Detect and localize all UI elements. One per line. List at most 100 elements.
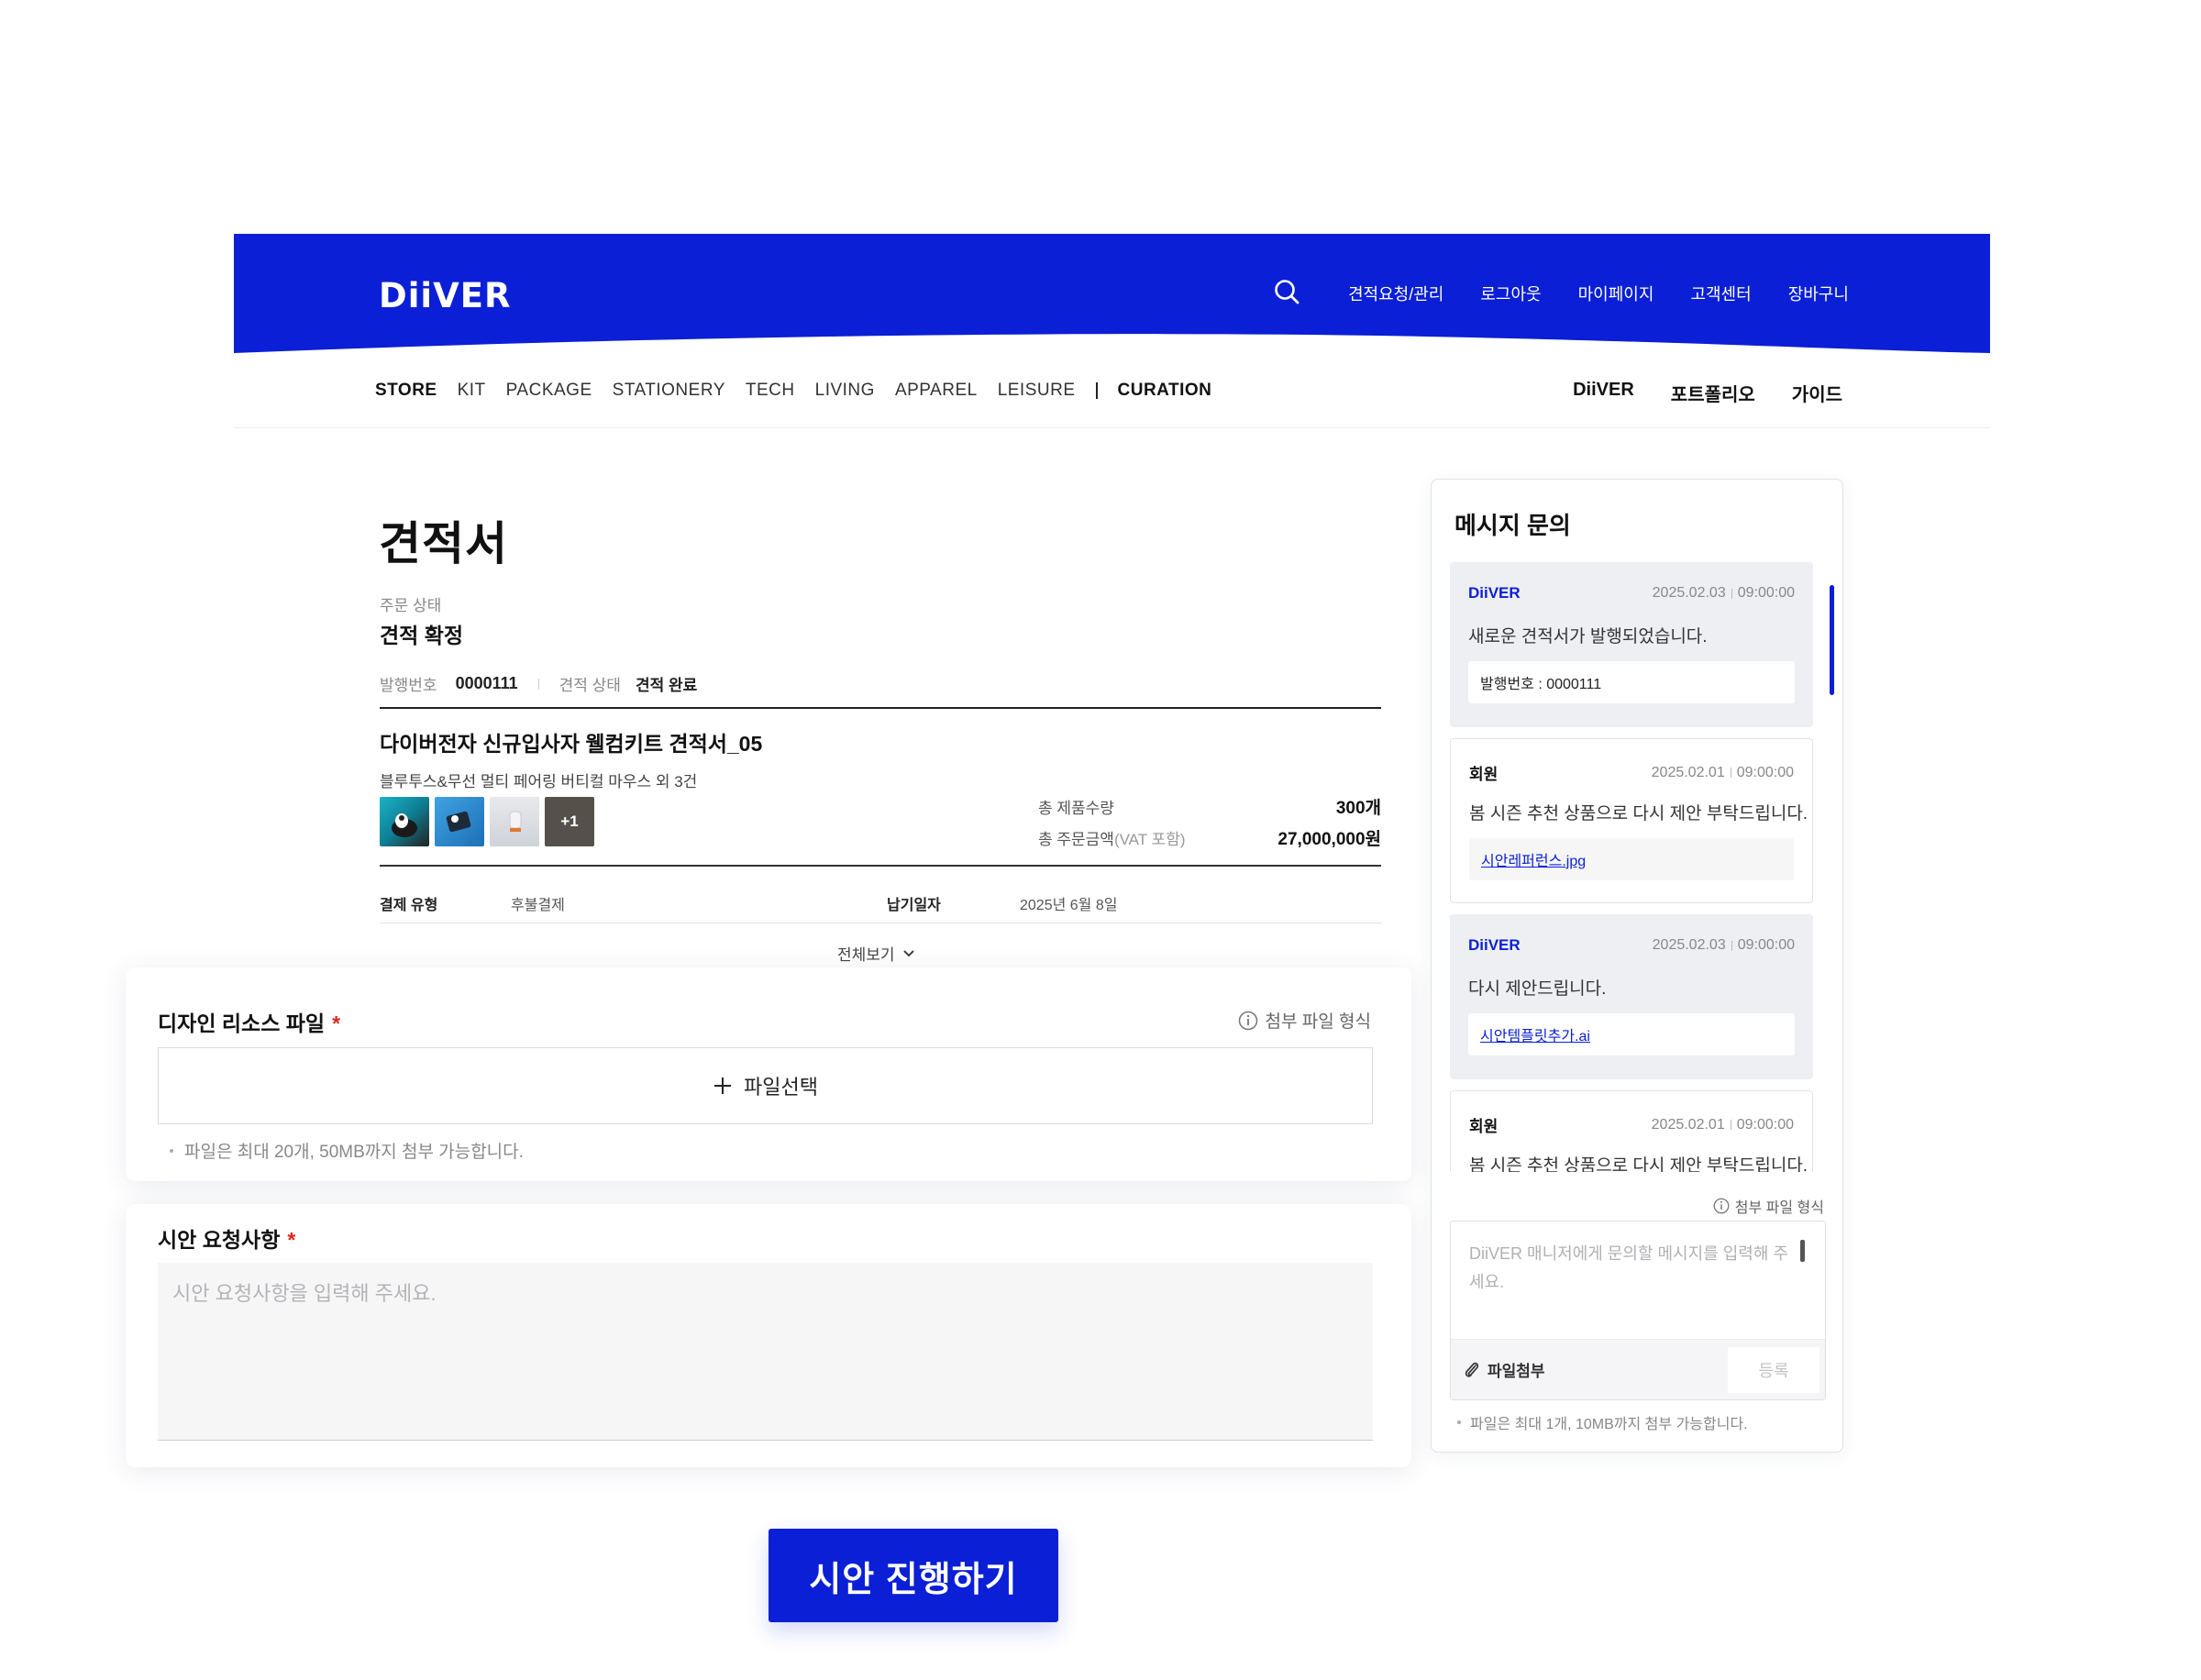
bullet-dot (170, 1148, 173, 1153)
message-panel: 메시지 문의 DiiVER 2025.02.03 09:00:00 새로운 견적서… (1431, 479, 1843, 1453)
message-compose-footer: 파일첨부 등록 (1451, 1339, 1825, 1399)
file-select-button[interactable]: 파일선택 (158, 1047, 1373, 1124)
search-icon[interactable] (1273, 278, 1300, 305)
message-author: 회원 (1469, 1118, 1499, 1135)
plus-icon (714, 1078, 732, 1094)
bullet-dot (1457, 1420, 1461, 1424)
order-status-value: 견적 확정 (380, 624, 464, 647)
site-logo[interactable]: DiiVER (379, 276, 511, 315)
quote-status-label: 견적 상태 (559, 677, 621, 694)
header-divider (234, 427, 1990, 428)
cat-curation[interactable]: CURATION (1118, 381, 1212, 401)
design-resource-card: 디자인 리소스 파일 * 첨부 파일 형식 파일선택 파일은 최대 20개, 50… (126, 967, 1411, 1181)
issue-no-label: 발행번호 (380, 677, 437, 694)
quote-items-summary: 블루투스&무선 멀티 페어링 버티컬 마우스 외 3건 (380, 773, 698, 790)
product-thumb[interactable] (435, 797, 484, 846)
panel-file-format-label: 첨부 파일 형식 (1734, 1200, 1824, 1216)
quote-status-value: 견적 완료 (635, 677, 698, 694)
message-panel-title: 메시지 문의 (1454, 512, 1571, 539)
utility-nav: 견적요청/관리 로그아웃 마이페이지 고객센터 장바구니 (1348, 282, 1849, 305)
page-title: 견적서 (379, 518, 508, 569)
cat-apparel[interactable]: APPAREL (895, 381, 978, 401)
message-item: DiiVER 2025.02.03 09:00:00 새로운 견적서가 발행되었습… (1450, 562, 1813, 727)
file-format-link[interactable]: 첨부 파일 형식 (1238, 1008, 1371, 1033)
view-all-button[interactable]: 전체보기 (837, 942, 915, 965)
draft-request-card: 시안 요청사항 * (126, 1204, 1411, 1467)
message-attachment-link[interactable]: 시안템플릿추가.ai (1468, 1013, 1795, 1056)
design-files-hint: 파일은 최대 20개, 50MB까지 첨부 가능합니다. (170, 1138, 524, 1163)
message-text: 새로운 견적서가 발행되었습니다. (1468, 627, 1708, 647)
message-text: 봄 시즌 추천 상품으로 다시 제안 부탁드립니다. (1469, 1156, 1808, 1172)
payment-info-row: 결제 유형 후불결제 납기일자 2025년 6월 8일 (380, 884, 1381, 923)
message-timestamp: 2025.02.03 09:00:00 (1652, 585, 1795, 601)
nav-customer-center[interactable]: 고객센터 (1690, 282, 1751, 305)
message-text: 봄 시즌 추천 상품으로 다시 제안 부탁드립니다. (1469, 804, 1808, 823)
required-mark: * (332, 1011, 341, 1035)
nav-mypage[interactable]: 마이페이지 (1578, 282, 1654, 305)
header-wave-shape (234, 334, 1990, 356)
message-author: DiiVER (1468, 936, 1521, 954)
panel-file-hint: 파일은 최대 1개, 10MB까지 첨부 가능합니다. (1457, 1411, 1748, 1433)
file-format-label: 첨부 파일 형식 (1265, 1012, 1371, 1032)
quote-top-rule (380, 707, 1381, 709)
cat-living[interactable]: LIVING (815, 381, 875, 401)
quote-name: 다이버전자 신규입사자 웰컴키트 견적서_05 (380, 732, 763, 756)
brand-link-guide[interactable]: 가이드 (1792, 380, 1842, 406)
message-list[interactable]: DiiVER 2025.02.03 09:00:00 새로운 견적서가 발행되었습… (1450, 562, 1817, 1172)
nav-logout[interactable]: 로그아웃 (1480, 282, 1541, 305)
logo-text: DiiVER (379, 276, 512, 315)
quote-meta-row: 발행번호 0000111 견적 상태 견적 완료 (380, 672, 697, 695)
required-mark: * (287, 1228, 296, 1252)
draft-request-input[interactable] (158, 1263, 1373, 1441)
message-attachment: 발행번호 : 0000111 (1468, 661, 1795, 703)
product-thumbnails: +1 (380, 797, 594, 846)
message-timestamp: 2025.02.01 09:00:00 (1651, 764, 1794, 780)
attach-file-button[interactable]: 파일첨부 (1464, 1358, 1545, 1381)
cat-leisure[interactable]: LEISURE (998, 381, 1076, 401)
total-amount-value: 27,000,000원 (1277, 829, 1381, 849)
panel-file-format-link[interactable]: 첨부 파일 형식 (1713, 1195, 1824, 1217)
cat-kit[interactable]: KIT (458, 381, 486, 401)
category-nav: STORE KIT PACKAGE STATIONERY TECH LIVING… (375, 381, 1211, 401)
message-attachment-link[interactable]: 시안레퍼런스.jpg (1469, 838, 1794, 880)
message-timestamp: 2025.02.01 09:00:00 (1651, 1116, 1794, 1133)
order-summary: 총 제품수량 300개 총 주문금액(VAT 포함) 27,000,000원 (1038, 790, 1381, 853)
message-list-scrollbar[interactable] (1830, 585, 1834, 695)
delivery-date-label: 납기일자 (887, 898, 941, 913)
payment-type-value: 후불결제 (511, 898, 565, 913)
submit-message-button[interactable]: 등록 (1728, 1347, 1819, 1393)
message-input[interactable] (1451, 1221, 1825, 1341)
paperclip-icon (1465, 1362, 1479, 1377)
message-timestamp: 2025.02.03 09:00:00 (1652, 937, 1795, 953)
delivery-date-value: 2025년 6월 8일 (1020, 898, 1118, 913)
cat-package[interactable]: PACKAGE (506, 381, 592, 401)
message-item: 회원 2025.02.01 09:00:00 봄 시즌 추천 상품으로 다시 제안… (1450, 1090, 1813, 1172)
message-author: 회원 (1469, 766, 1499, 783)
brand-link-diiver[interactable]: DiiVER (1573, 380, 1634, 406)
attach-file-label: 파일첨부 (1488, 1363, 1545, 1380)
view-all-label: 전체보기 (837, 946, 895, 964)
nav-cart[interactable]: 장바구니 (1788, 282, 1849, 305)
message-item: DiiVER 2025.02.03 09:00:00 다시 제안드립니다. 시안템… (1450, 914, 1813, 1079)
cat-stationery[interactable]: STATIONERY (613, 381, 725, 401)
chevron-down-icon (902, 949, 914, 956)
cat-tech[interactable]: TECH (746, 381, 795, 401)
design-files-title: 디자인 리소스 파일 * (158, 1011, 341, 1035)
draft-request-title: 시안 요청사항 * (158, 1228, 296, 1252)
nav-quote-manage[interactable]: 견적요청/관리 (1348, 282, 1443, 305)
message-author: DiiVER (1468, 584, 1521, 602)
top-header-bar: DiiVER 견적요청/관리 로그아웃 마이페이지 고객센터 장바구니 (234, 234, 1990, 356)
product-thumb-more[interactable]: +1 (545, 797, 594, 846)
cat-store[interactable]: STORE (375, 381, 437, 401)
product-thumb[interactable] (380, 797, 429, 846)
nav-divider (1095, 382, 1098, 399)
order-status-label: 주문 상태 (380, 597, 442, 614)
vat-note: (VAT 포함) (1113, 830, 1186, 848)
total-qty-label: 총 제품수량 (1038, 799, 1114, 817)
start-draft-button[interactable]: 시안 진행하기 (769, 1529, 1058, 1622)
info-icon (1713, 1198, 1730, 1214)
product-thumb[interactable] (490, 797, 539, 846)
message-compose-box: 파일첨부 등록 (1450, 1221, 1826, 1400)
message-input-scrollbar[interactable] (1800, 1240, 1805, 1262)
brand-link-portfolio[interactable]: 포트폴리오 (1671, 380, 1755, 406)
